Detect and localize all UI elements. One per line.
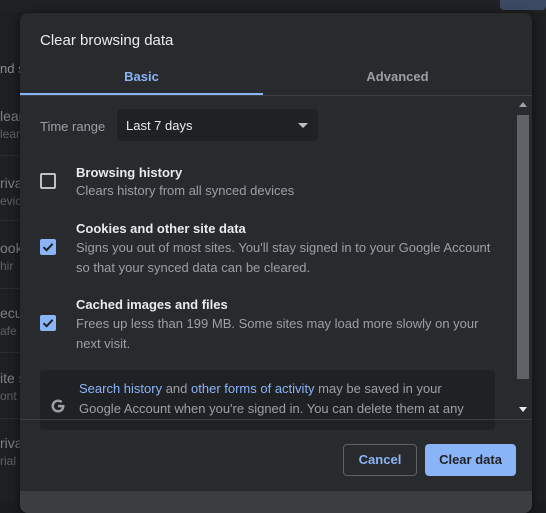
scroll-up-arrow-icon[interactable] [519,102,527,107]
time-range-label: Time range [40,119,105,134]
google-account-info-box: Search history and other forms of activi… [40,370,495,430]
background-row: ite s ont [0,370,22,403]
cached-images-title: Cached images and files [76,297,228,312]
cookies-title: Cookies and other site data [76,221,246,236]
background-row: lear lear [0,108,22,141]
info-text: Search history and other forms of activi… [79,379,484,419]
background-top-button [500,0,546,10]
clear-data-button[interactable]: Clear data [425,444,516,476]
dialog-title: Clear browsing data [40,32,173,49]
background-fragment: nd s [0,61,22,76]
dropdown-caret-icon [298,123,308,128]
checkmark-icon [41,316,55,330]
cached-images-description: Frees up less than 199 MB. Some sites ma… [76,314,496,354]
cookies-checkbox[interactable] [40,239,56,255]
browsing-history-title: Browsing history [76,165,182,180]
background-row: riva evic [0,175,22,208]
tabs-divider [20,95,532,96]
tab-basic[interactable]: Basic [20,63,263,96]
other-activity-link[interactable]: other forms of activity [191,381,315,396]
scrollbar[interactable] [516,99,530,417]
background-row: riva rial [0,435,22,468]
background-divider [0,155,22,156]
tab-advanced[interactable]: Advanced [276,63,519,96]
cached-images-checkbox[interactable] [40,315,56,331]
clear-browsing-data-dialog: Clear browsing data Basic Advanced Time … [20,13,532,513]
search-history-link[interactable]: Search history [79,381,162,396]
time-range-select[interactable]: Last 7 days [117,109,318,141]
time-range-value: Last 7 days [126,118,193,133]
background-divider [0,352,22,353]
background-top-bar [0,0,546,12]
browsing-history-checkbox[interactable] [40,173,56,189]
scroll-down-arrow-icon[interactable] [519,407,527,412]
scrollbar-thumb[interactable] [517,115,529,379]
background-divider [0,418,22,419]
cancel-button[interactable]: Cancel [343,444,417,476]
browsing-history-description: Clears history from all synced devices [76,181,496,201]
dialog-bottom-strip [20,491,532,513]
footer-divider [20,419,532,420]
background-row: ook hir [0,240,22,273]
background-divider [0,288,22,289]
google-g-icon [49,397,67,415]
background-row: ecu afe [0,305,22,338]
tab-bar: Basic Advanced [20,63,532,96]
cookies-description: Signs you out of most sites. You'll stay… [76,238,496,278]
checkmark-icon [41,240,55,254]
background-divider [0,220,22,221]
